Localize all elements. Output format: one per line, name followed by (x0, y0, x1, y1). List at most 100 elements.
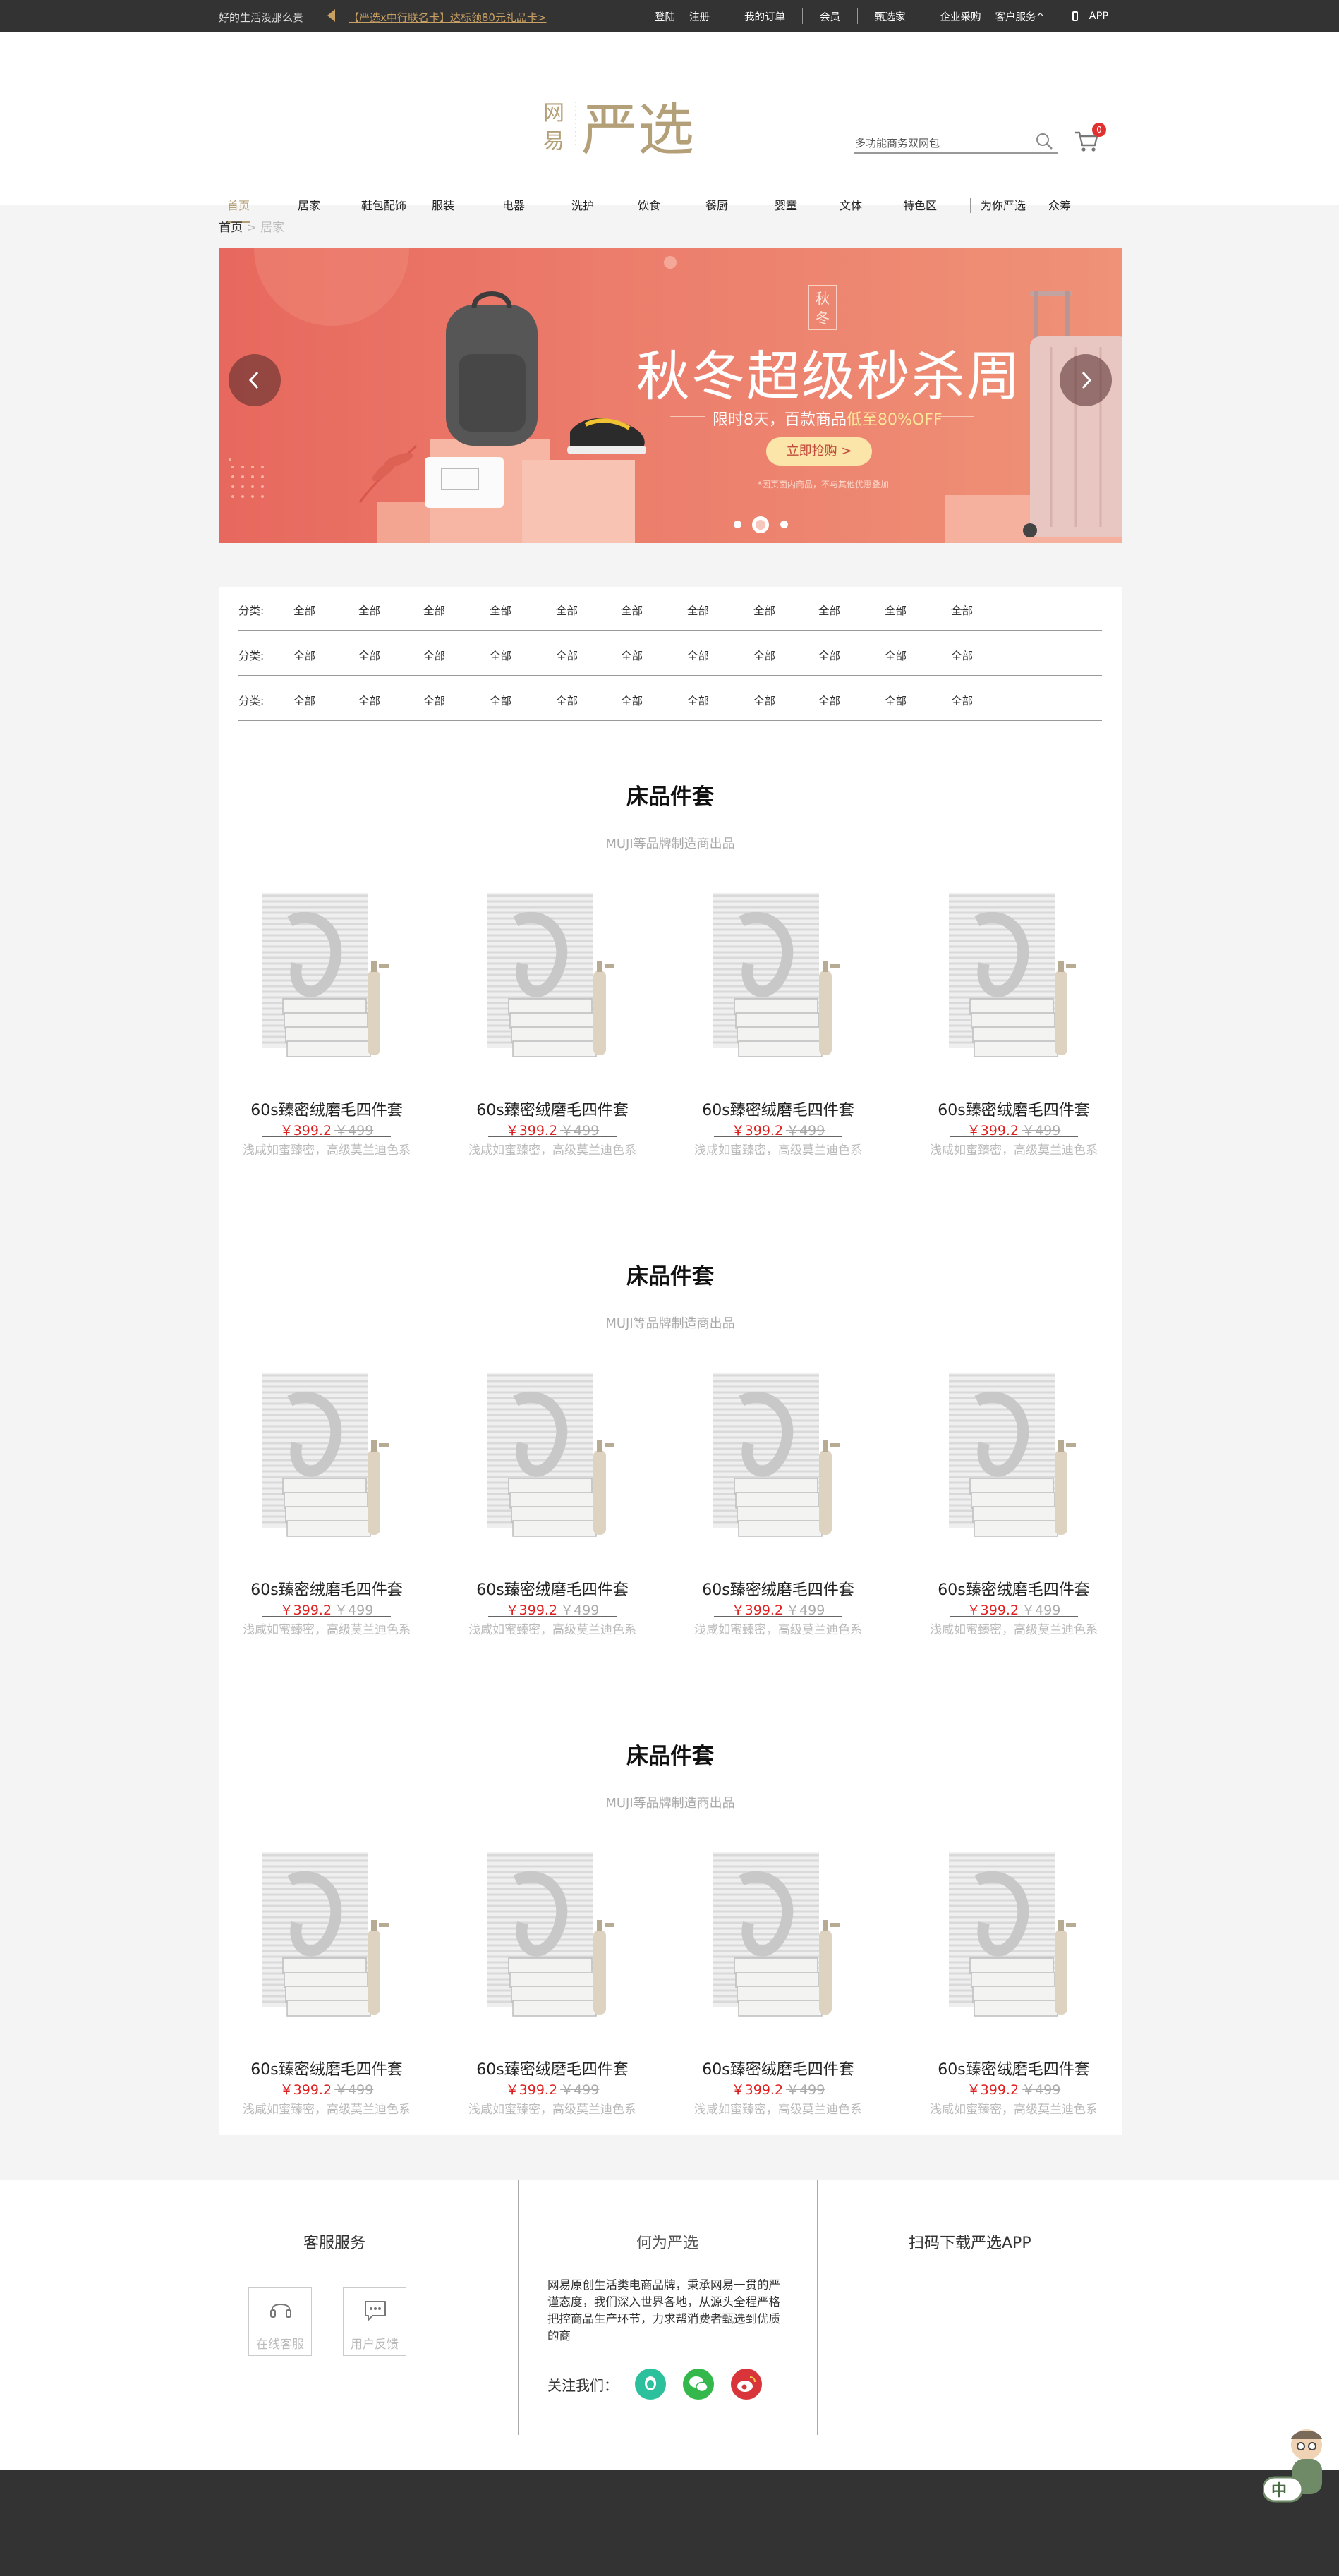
filter-option[interactable]: 全部 (358, 602, 380, 618)
product-image[interactable] (262, 1852, 392, 2022)
filter-option[interactable]: 全部 (753, 693, 775, 708)
register-link[interactable]: 注册 (682, 9, 717, 24)
nav-item-2[interactable]: 鞋包配饰 (361, 196, 406, 213)
banner-next-button[interactable] (1060, 354, 1112, 406)
nav-item-3[interactable]: 服装 (432, 196, 454, 213)
filter-option[interactable]: 全部 (423, 602, 445, 618)
filter-option[interactable]: 全部 (818, 693, 840, 708)
filter-option[interactable]: 全部 (621, 693, 643, 708)
login-link[interactable]: 登陆 (648, 9, 682, 24)
search-input[interactable]: 多功能商务双网包 (855, 135, 940, 150)
product-card[interactable]: 60s臻密绒磨毛四件套 ￥399.2 ￥499 浅咸如蜜臻密，高级莫兰迪色系 (686, 1373, 871, 1669)
product-image[interactable] (487, 1373, 617, 1542)
product-name[interactable]: 60s臻密绒磨毛四件套 (921, 1577, 1106, 1600)
membership-link[interactable]: 会员 (813, 9, 847, 24)
filter-option[interactable]: 全部 (885, 602, 907, 618)
product-card[interactable]: 60s臻密绒磨毛四件套 ￥399.2 ￥499 浅咸如蜜臻密，高级莫兰迪色系 (460, 1373, 645, 1669)
filter-option[interactable]: 全部 (951, 602, 973, 618)
filter-option[interactable]: 全部 (753, 602, 775, 618)
search-icon[interactable] (1034, 131, 1054, 151)
filter-option[interactable]: 全部 (951, 693, 973, 708)
banner-dot[interactable] (734, 521, 741, 528)
product-name[interactable]: 60s臻密绒磨毛四件套 (234, 1577, 419, 1600)
filter-option[interactable]: 全部 (293, 602, 315, 618)
filter-option[interactable]: 全部 (358, 693, 380, 708)
product-card[interactable]: 60s臻密绒磨毛四件套 ￥399.2 ￥499 浅咸如蜜臻密，高级莫兰迪色系 (460, 1852, 645, 2149)
product-name[interactable]: 60s臻密绒磨毛四件套 (686, 1577, 871, 1600)
product-card[interactable]: 60s臻密绒磨毛四件套 ￥399.2 ￥499 浅咸如蜜臻密，高级莫兰迪色系 (686, 893, 871, 1189)
nav-item-6[interactable]: 饮食 (638, 196, 660, 213)
app-link[interactable]: APP (1082, 11, 1115, 22)
filter-option[interactable]: 全部 (818, 648, 840, 663)
filter-option[interactable]: 全部 (293, 648, 315, 663)
filter-option[interactable]: 全部 (885, 648, 907, 663)
filter-option[interactable]: 全部 (687, 648, 709, 663)
filter-option[interactable]: 全部 (423, 648, 445, 663)
product-card[interactable]: 60s臻密绒磨毛四件套 ￥399.2 ￥499 浅咸如蜜臻密，高级莫兰迪色系 (460, 893, 645, 1189)
product-name[interactable]: 60s臻密绒磨毛四件套 (460, 1577, 645, 1600)
filter-option[interactable]: 全部 (621, 602, 643, 618)
filter-option[interactable]: 全部 (621, 648, 643, 663)
feedback-button[interactable]: 用户反馈 (343, 2287, 406, 2356)
product-image[interactable] (713, 1852, 843, 2022)
promo-banner[interactable]: 秋冬 秋冬超级秒杀周 限时8天，百款商品低至80%OFF 立即抢购 > *因页面… (219, 248, 1122, 543)
product-image[interactable] (262, 1373, 392, 1542)
filter-option[interactable]: 全部 (358, 648, 380, 663)
product-name[interactable]: 60s臻密绒磨毛四件套 (921, 2057, 1106, 2079)
nav-item-12[interactable]: 众筹 (1048, 196, 1071, 213)
curator-link[interactable]: 甄选家 (868, 9, 913, 24)
product-name[interactable]: 60s臻密绒磨毛四件套 (234, 1098, 419, 1120)
nav-item-9[interactable]: 文体 (840, 196, 862, 213)
breadcrumb-home[interactable]: 首页 (219, 221, 243, 235)
logo[interactable]: 网 易 严选 (542, 83, 711, 175)
filter-option[interactable]: 全部 (490, 693, 511, 708)
filter-option[interactable]: 全部 (556, 693, 578, 708)
product-image[interactable] (262, 893, 392, 1062)
nav-item-0[interactable]: 首页 (227, 196, 250, 223)
product-image[interactable] (949, 893, 1079, 1062)
cart-button[interactable]: 0 (1074, 123, 1106, 157)
nav-item-4[interactable]: 电器 (502, 196, 525, 213)
banner-dot[interactable] (752, 516, 769, 533)
promo-link[interactable]: 【严选x中行联名卡】达标领80元礼品卡> (349, 10, 547, 25)
product-card[interactable]: 60s臻密绒磨毛四件套 ￥399.2 ￥499 浅咸如蜜臻密，高级莫兰迪色系 (234, 1852, 419, 2149)
filter-option[interactable]: 全部 (556, 602, 578, 618)
product-name[interactable]: 60s臻密绒磨毛四件套 (686, 2057, 871, 2079)
product-name[interactable]: 60s臻密绒磨毛四件套 (460, 2057, 645, 2079)
filter-option[interactable]: 全部 (293, 693, 315, 708)
product-card[interactable]: 60s臻密绒磨毛四件套 ￥399.2 ￥499 浅咸如蜜臻密，高级莫兰迪色系 (921, 1373, 1106, 1669)
banner-prev-button[interactable] (229, 354, 281, 406)
nav-item-8[interactable]: 婴童 (775, 196, 797, 213)
wechat-icon[interactable] (683, 2369, 714, 2400)
search-box[interactable]: 多功能商务双网包 (854, 130, 1058, 154)
product-image[interactable] (487, 893, 617, 1062)
qq-icon[interactable] (635, 2369, 666, 2400)
product-card[interactable]: 60s臻密绒磨毛四件套 ￥399.2 ￥499 浅咸如蜜臻密，高级莫兰迪色系 (234, 1373, 419, 1669)
product-image[interactable] (949, 1852, 1079, 2022)
mascot-widget[interactable]: 中 (1261, 2426, 1339, 2511)
enterprise-link[interactable]: 企业采购 (933, 9, 988, 24)
product-card[interactable]: 60s臻密绒磨毛四件套 ￥399.2 ￥499 浅咸如蜜臻密，高级莫兰迪色系 (686, 1852, 871, 2149)
filter-option[interactable]: 全部 (753, 648, 775, 663)
banner-buy-button[interactable]: 立即抢购 > (766, 437, 872, 466)
nav-item-5[interactable]: 洗护 (571, 196, 594, 213)
product-name[interactable]: 60s臻密绒磨毛四件套 (686, 1098, 871, 1120)
banner-dot[interactable] (780, 521, 788, 528)
nav-item-1[interactable]: 居家 (298, 196, 320, 213)
filter-option[interactable]: 全部 (818, 602, 840, 618)
product-card[interactable]: 60s臻密绒磨毛四件套 ￥399.2 ￥499 浅咸如蜜臻密，高级莫兰迪色系 (921, 1852, 1106, 2149)
filter-option[interactable]: 全部 (687, 602, 709, 618)
filter-option[interactable]: 全部 (951, 648, 973, 663)
filter-option[interactable]: 全部 (490, 648, 511, 663)
product-image[interactable] (487, 1852, 617, 2022)
product-image[interactable] (949, 1373, 1079, 1542)
nav-item-11[interactable]: 为你严选 (981, 196, 1026, 213)
weibo-icon[interactable] (731, 2369, 762, 2400)
nav-item-7[interactable]: 餐厨 (705, 196, 728, 213)
nav-item-10[interactable]: 特色区 (903, 196, 937, 213)
filter-option[interactable]: 全部 (423, 693, 445, 708)
product-image[interactable] (713, 893, 843, 1062)
filter-option[interactable]: 全部 (556, 648, 578, 663)
filter-option[interactable]: 全部 (490, 602, 511, 618)
product-image[interactable] (713, 1373, 843, 1542)
